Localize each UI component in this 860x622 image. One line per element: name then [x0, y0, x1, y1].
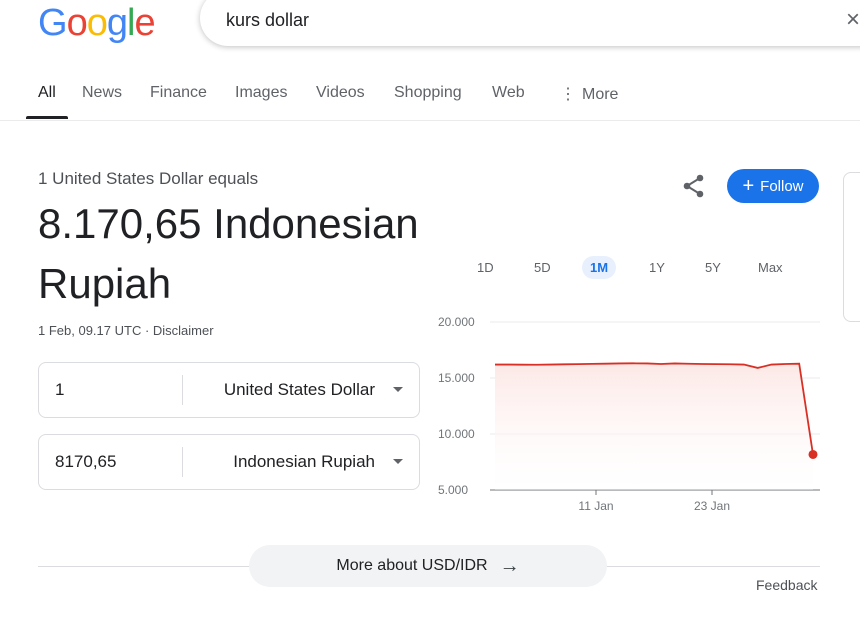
clear-icon[interactable]: ×	[846, 6, 860, 34]
y-tick-label: 10.000	[438, 427, 475, 441]
converted-value-line1: 8.170,65 Indonesian	[38, 200, 419, 247]
more-vert-icon: ⋮	[560, 86, 576, 103]
converter-separator	[182, 375, 183, 405]
converter-row-to: 8170,65 Indonesian Rupiah	[38, 434, 420, 490]
more-about-button[interactable]: More about USD/IDR →	[249, 545, 607, 587]
arrow-right-icon: →	[499, 554, 520, 577]
range-1d[interactable]: 1D	[477, 260, 494, 275]
logo-letter: l	[126, 2, 136, 44]
tab-all[interactable]: All	[38, 84, 56, 102]
divider	[38, 566, 250, 567]
tab-shopping[interactable]: Shopping	[394, 84, 462, 102]
logo-letter: g	[106, 2, 128, 44]
tab-images[interactable]: Images	[235, 84, 287, 102]
equals-label: 1 United States Dollar equals	[38, 169, 259, 188]
tab-more[interactable]: ⋮ More	[560, 84, 618, 104]
exchange-rate-chart[interactable]: 20.000 15.000 10.000 5.000 11 Jan 23 Jan	[430, 310, 830, 520]
range-1y[interactable]: 1Y	[649, 260, 665, 275]
follow-label: Follow	[760, 177, 804, 195]
dropdown-caret-icon[interactable]	[393, 459, 403, 464]
range-5d[interactable]: 5D	[534, 260, 551, 275]
y-tick-label: 15.000	[438, 371, 475, 385]
range-5y[interactable]: 5Y	[705, 260, 721, 275]
search-tabs: All News Finance Images Videos Shopping …	[0, 84, 860, 120]
search-input[interactable]: kurs dollar	[226, 10, 309, 31]
timestamp: 1 Feb, 09.17 UTC · Disclaimer	[38, 323, 214, 338]
converted-value-line2: Rupiah	[38, 260, 172, 307]
feedback-link[interactable]: Feedback	[756, 577, 817, 593]
range-1m[interactable]: 1M	[582, 256, 617, 279]
area-fill	[495, 363, 813, 490]
follow-button[interactable]: + Follow	[727, 169, 819, 203]
y-tick-label: 5.000	[438, 483, 468, 497]
more-about-label: More about USD/IDR	[336, 557, 488, 574]
side-card-edge	[843, 172, 860, 322]
x-tick-label: 11 Jan	[578, 499, 613, 513]
amount-input-to[interactable]: 8170,65	[55, 452, 116, 472]
amount-input-from[interactable]: 1	[55, 380, 64, 400]
tab-news[interactable]: News	[82, 84, 122, 102]
range-max[interactable]: Max	[758, 260, 783, 275]
tab-finance[interactable]: Finance	[150, 84, 207, 102]
tab-videos[interactable]: Videos	[316, 84, 365, 102]
currency-select-to[interactable]: Indonesian Rupiah	[233, 452, 375, 472]
divider	[606, 566, 820, 567]
converter-separator	[182, 447, 183, 477]
converter-row-from: 1 United States Dollar	[38, 362, 420, 418]
last-point-marker	[808, 449, 818, 459]
y-tick-label: 20.000	[438, 315, 475, 329]
converted-value: 8.170,65 Indonesian Rupiah	[38, 197, 438, 311]
logo-letter: G	[38, 2, 68, 44]
logo-letter: o	[86, 2, 108, 44]
tabs-divider	[0, 120, 860, 121]
plus-icon: +	[742, 175, 755, 197]
dropdown-caret-icon[interactable]	[393, 387, 403, 392]
x-tick-label: 23 Jan	[694, 499, 730, 513]
active-tab-indicator	[26, 116, 68, 119]
logo-letter: e	[134, 2, 155, 44]
google-logo[interactable]: Google	[38, 2, 156, 45]
tab-more-label: More	[582, 86, 619, 103]
currency-select-from[interactable]: United States Dollar	[224, 380, 375, 400]
share-icon[interactable]	[680, 172, 708, 200]
logo-letter: o	[66, 2, 88, 44]
tab-web[interactable]: Web	[492, 84, 525, 102]
